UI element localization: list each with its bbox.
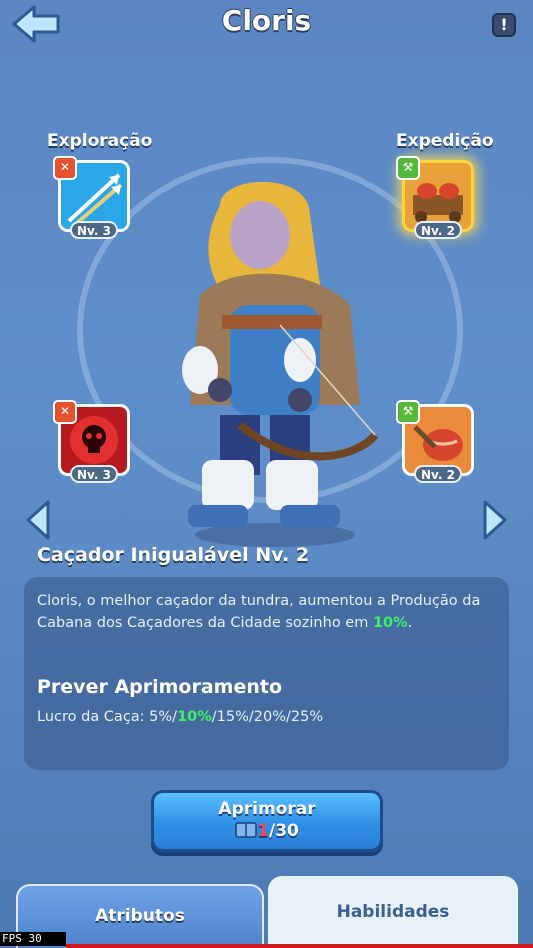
level-pill: Nv. 3 — [70, 221, 118, 239]
preview-upgrade-values: Lucro da Caça: 5%/10%/15%/20%/25% — [37, 709, 324, 725]
upgrade-cost: 1/30 — [154, 821, 380, 841]
info-button[interactable]: ! — [492, 13, 516, 37]
upgrade-label: Aprimorar — [218, 799, 316, 819]
hammer-badge-icon: ⚒ — [396, 156, 420, 180]
skill-book-icon — [235, 822, 257, 838]
bottom-border — [66, 944, 533, 948]
level-pill: Nv. 2 — [414, 465, 462, 483]
tab-skills[interactable]: Habilidades — [268, 876, 518, 948]
previous-arrow-icon[interactable] — [22, 498, 54, 542]
preview-upgrade-title: Prever Aprimoramento — [37, 676, 283, 698]
exploration-label: Exploração — [47, 131, 153, 151]
skill-description: Cloris, o melhor caçador da tundra, aume… — [37, 593, 481, 631]
combat-badge-icon: ✕ — [53, 156, 77, 180]
level-pill: Nv. 2 — [414, 221, 462, 239]
current-value-highlight: 10% — [177, 709, 212, 725]
skill-name-title: Caçador Inigualável Nv. 2 — [37, 544, 310, 566]
page-title: Cloris — [221, 4, 312, 37]
combat-badge-icon: ✕ — [53, 400, 77, 424]
description-highlight: 10% — [372, 615, 408, 631]
level-pill: Nv. 3 — [70, 465, 118, 483]
hero-character-model — [182, 181, 379, 547]
next-arrow-icon[interactable] — [479, 498, 511, 542]
fps-counter: FPS 30 — [0, 932, 66, 946]
hammer-badge-icon: ⚒ — [396, 400, 420, 424]
upgrade-button[interactable]: Aprimorar 1/30 — [151, 790, 383, 852]
expedition-label: Expedição — [396, 131, 494, 151]
